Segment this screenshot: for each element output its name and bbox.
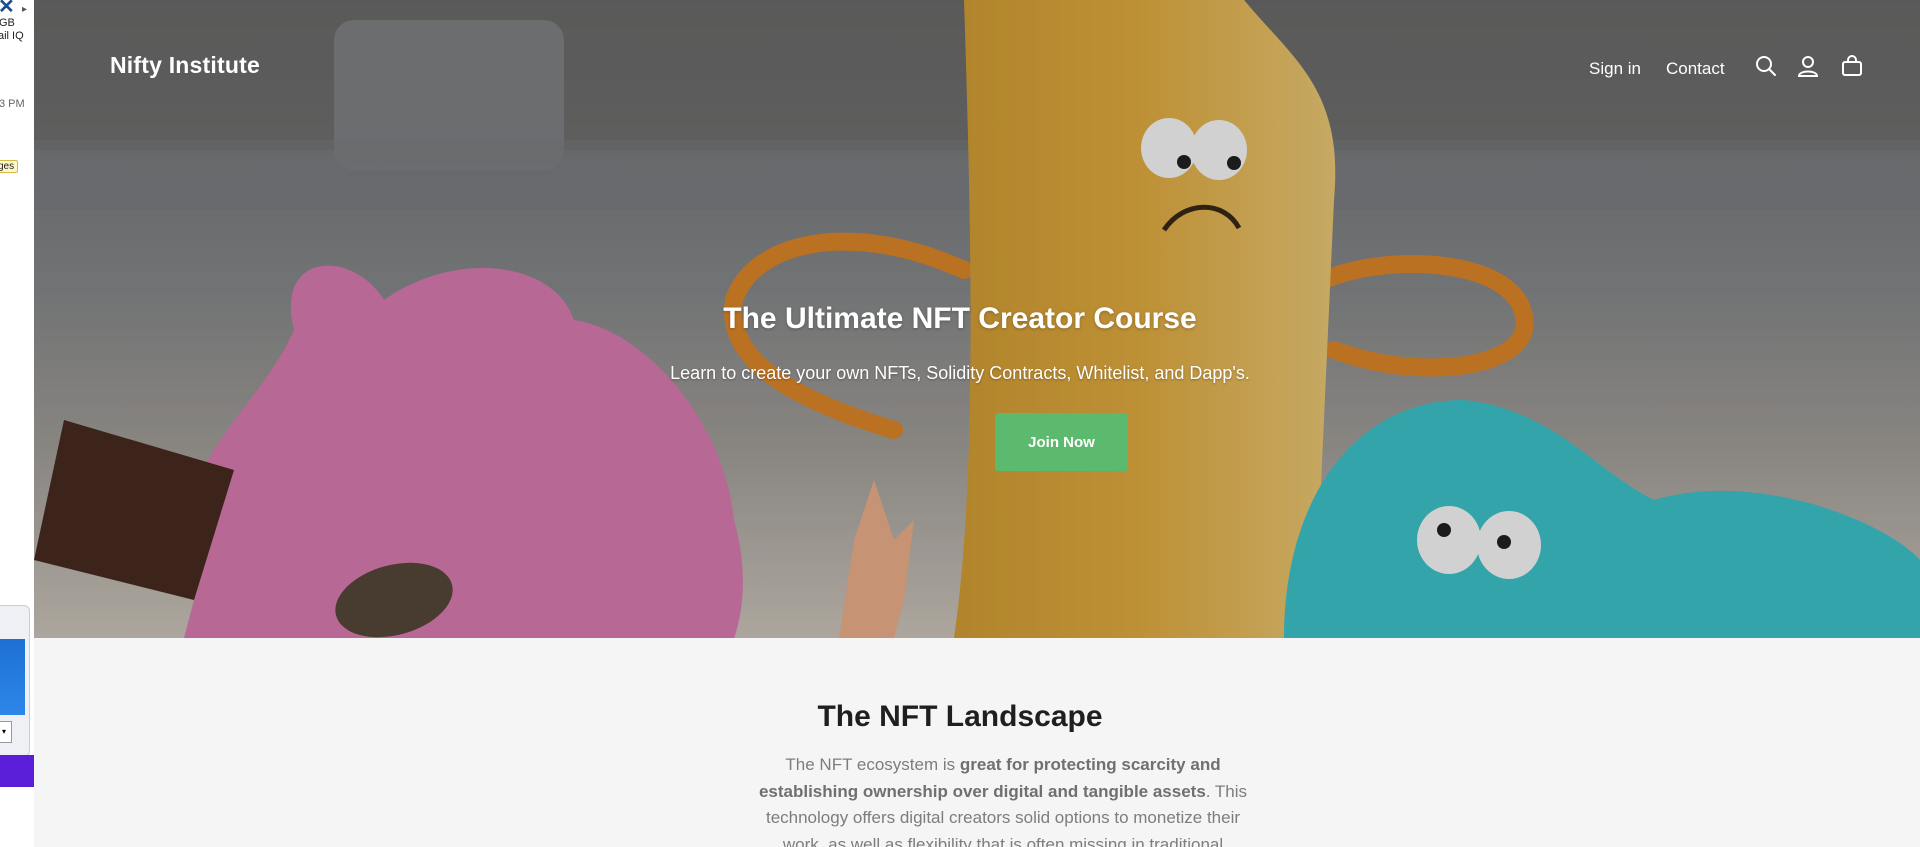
nav-contact-link[interactable]: Contact xyxy=(1666,59,1725,79)
account-icon[interactable] xyxy=(1796,54,1820,78)
hero-title: The Ultimate NFT Creator Course xyxy=(723,302,1197,335)
panel-dropdown[interactable]: ▾ xyxy=(0,721,12,743)
website: Nifty Institute Sign in Contact The Ulti… xyxy=(34,0,1920,847)
panel-blue-area xyxy=(0,639,25,715)
hero-subtitle: Learn to create your own NFTs, Solidity … xyxy=(670,363,1250,383)
hero-banner: Nifty Institute Sign in Contact The Ulti… xyxy=(34,0,1920,638)
search-icon[interactable] xyxy=(1754,54,1778,78)
join-now-button[interactable]: Join Now xyxy=(995,413,1128,471)
purple-strip xyxy=(0,755,34,787)
section-heading: The NFT Landscape xyxy=(817,700,1103,733)
expand-arrow-icon[interactable]: ▸ xyxy=(22,4,27,15)
section-paragraph: The NFT ecosystem is great for protectin… xyxy=(748,752,1258,847)
nav-sign-in-link[interactable]: Sign in xyxy=(1589,59,1641,79)
window-text-label: ail IQ xyxy=(0,30,24,42)
nft-landscape-section: The NFT Landscape The NFT ecosystem is g… xyxy=(34,638,1920,847)
window-tag[interactable]: ges xyxy=(0,160,19,173)
site-header: Nifty Institute Sign in Contact xyxy=(34,0,1920,140)
window-text-size: GB xyxy=(0,17,15,29)
background-panel: ▾ xyxy=(0,605,30,757)
window-text-time: 3 PM xyxy=(0,98,25,110)
site-logo[interactable]: Nifty Institute xyxy=(110,52,260,79)
hero-content: The Ultimate NFT Creator Course Learn to… xyxy=(34,302,1920,384)
cart-icon[interactable] xyxy=(1840,54,1864,78)
background-app-window: ✕ ▸ GB ail IQ 3 PM ges ▾ xyxy=(0,0,35,847)
paragraph-text-start: The NFT ecosystem is xyxy=(785,755,960,774)
